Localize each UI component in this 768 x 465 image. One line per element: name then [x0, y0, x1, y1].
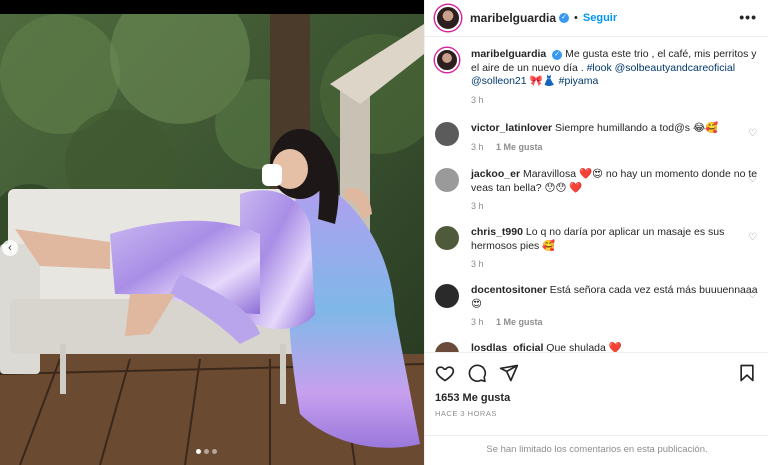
photo-illustration — [0, 14, 424, 465]
carousel-dot-active — [196, 449, 201, 454]
comment-time[interactable]: 3 h — [471, 259, 484, 269]
post-photo[interactable]: ‹ — [0, 14, 424, 465]
comment-item: docentositoner Está señora cada vez está… — [435, 284, 761, 327]
comment-likes[interactable]: 1 Me gusta — [496, 317, 543, 327]
instagram-post-view: ‹ maribelguardia ✓ • Seguir ••• maribelg… — [0, 0, 768, 465]
heart-icon[interactable] — [435, 363, 455, 383]
carousel-dot — [204, 449, 209, 454]
caption-username[interactable]: maribelguardia — [471, 48, 546, 60]
comments-list[interactable]: maribelguardia ✓ Me gusta este trio , el… — [425, 38, 768, 352]
header-username[interactable]: maribelguardia — [470, 11, 556, 25]
comment-meta: 3 h 1 Me gusta — [471, 317, 761, 327]
comment-likes[interactable]: 1 Me gusta — [496, 142, 543, 152]
carousel-dots — [196, 449, 217, 454]
header-separator: • — [574, 12, 578, 24]
comment-item: jackoo_er Maravillosa ❤️😍 no hay un mome… — [435, 168, 761, 211]
heart-icon[interactable]: ♡ — [748, 290, 757, 301]
bookmark-icon[interactable] — [737, 363, 757, 383]
comment-time[interactable]: 3 h — [471, 142, 484, 152]
caption-meta: 3 h — [471, 95, 761, 105]
chevron-left-icon[interactable]: ‹ — [2, 240, 18, 256]
comments-limited-notice: Se han limitado los comentarios en esta … — [425, 435, 768, 463]
comment-username[interactable]: losdlas_oficial — [471, 342, 543, 352]
comment-time[interactable]: 3 h — [471, 317, 484, 327]
post-header: maribelguardia ✓ • Seguir ••• — [425, 0, 768, 37]
comment-item: losdlas_oficial Que shulada ❤️ — [435, 342, 761, 352]
comment-text: Siempre humillando a tod@s 😂🥰 — [555, 122, 719, 134]
comment-meta: 3 h 1 Me gusta — [471, 142, 761, 152]
comment-item: victor_latinlover Siempre humillando a t… — [435, 122, 761, 152]
heart-icon[interactable]: ♡ — [748, 174, 757, 185]
follow-button[interactable]: Seguir — [583, 12, 617, 24]
avatar[interactable] — [435, 122, 459, 146]
caption: maribelguardia ✓ Me gusta este trio , el… — [435, 48, 761, 105]
post-side-panel: maribelguardia ✓ • Seguir ••• maribelgua… — [424, 0, 768, 465]
hashtag-link[interactable]: #piyama — [559, 75, 599, 87]
more-icon[interactable]: ••• — [739, 9, 757, 25]
comment-username[interactable]: jackoo_er — [471, 168, 520, 180]
caption-body: maribelguardia ✓ Me gusta este trio , el… — [471, 48, 761, 89]
avatar[interactable] — [435, 342, 459, 352]
caption-emoji: 🎀👗 — [529, 75, 556, 87]
comment-time[interactable]: 3 h — [471, 201, 484, 211]
post-timestamp[interactable]: HACE 3 HORAS — [435, 409, 497, 418]
post-actions: 1653 Me gusta HACE 3 HORAS Se han limita… — [425, 352, 768, 462]
avatar[interactable] — [435, 5, 461, 31]
comment-username[interactable]: docentositoner — [471, 284, 547, 296]
comment-username[interactable]: victor_latinlover — [471, 122, 552, 134]
avatar[interactable] — [435, 284, 459, 308]
comment-text: Que shulada ❤️ — [546, 342, 622, 352]
comment-meta: 3 h — [471, 259, 761, 269]
verified-icon: ✓ — [552, 50, 563, 60]
mention-link[interactable]: @solleon21 — [471, 75, 527, 87]
heart-icon[interactable]: ♡ — [748, 128, 757, 139]
comment-meta: 3 h — [471, 201, 761, 211]
comment-body: victor_latinlover Siempre humillando a t… — [471, 122, 761, 136]
verified-icon: ✓ — [559, 13, 570, 23]
comment-body: chris_t990 Lo q no daría por aplicar un … — [471, 226, 761, 253]
comment-username[interactable]: chris_t990 — [471, 226, 523, 238]
avatar[interactable] — [435, 226, 459, 250]
mention-link[interactable]: @solbeautyandcareoficial — [615, 62, 735, 74]
heart-icon[interactable]: ♡ — [748, 232, 757, 243]
hashtag-link[interactable]: #look — [587, 62, 612, 74]
caption-time[interactable]: 3 h — [471, 95, 484, 105]
share-icon[interactable] — [499, 363, 519, 383]
comment-body: jackoo_er Maravillosa ❤️😍 no hay un mome… — [471, 168, 761, 195]
comment-item: chris_t990 Lo q no daría por aplicar un … — [435, 226, 761, 269]
avatar[interactable] — [435, 48, 459, 72]
likes-count[interactable]: 1653 Me gusta — [435, 392, 510, 404]
action-icons — [435, 363, 519, 383]
comment-icon[interactable] — [467, 363, 487, 383]
comment-body: docentositoner Está señora cada vez está… — [471, 284, 761, 311]
carousel-dot — [212, 449, 217, 454]
comment-body: losdlas_oficial Que shulada ❤️ — [471, 342, 761, 352]
avatar[interactable] — [435, 168, 459, 192]
